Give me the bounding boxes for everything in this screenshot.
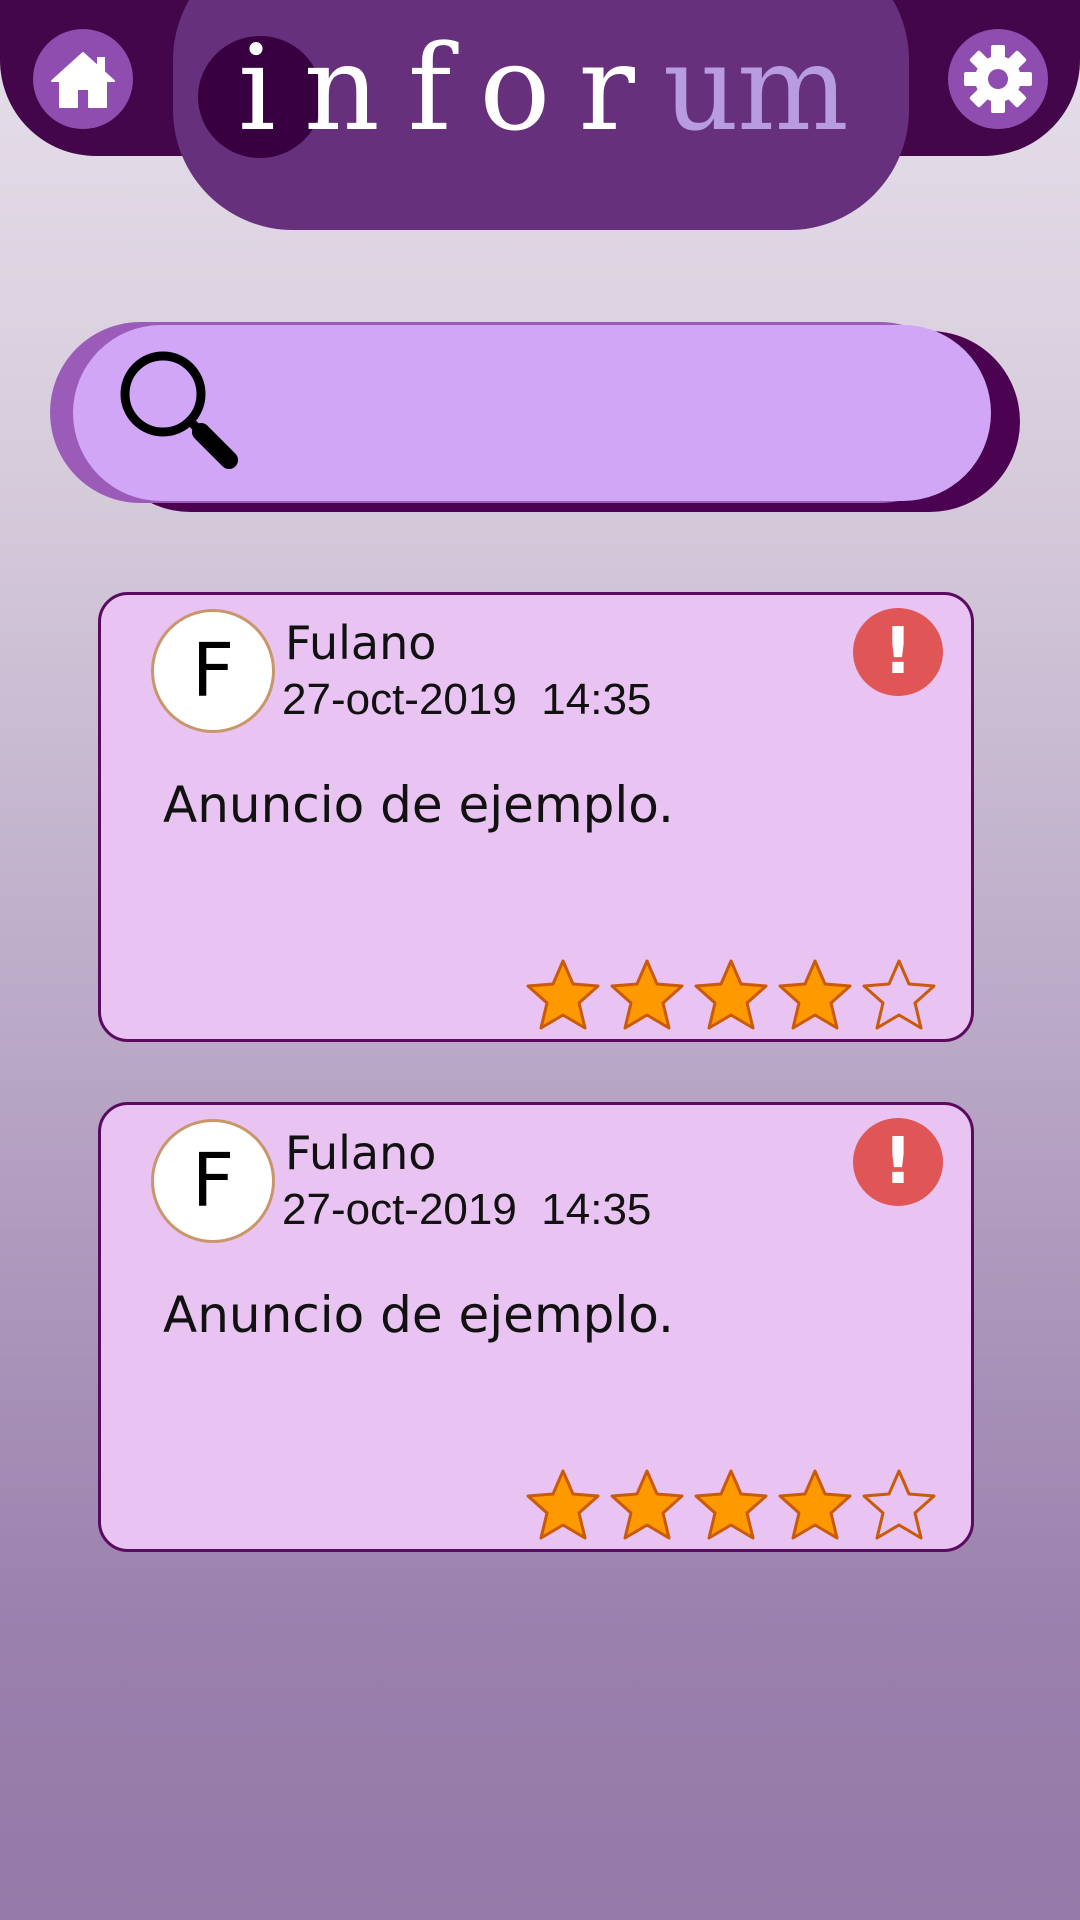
exclamation-icon: ! [883,1125,913,1199]
home-icon [51,52,115,108]
star-filled-icon[interactable] [521,1465,605,1545]
search-input[interactable] [253,365,937,463]
avatar: F [151,1119,275,1243]
star-filled-icon[interactable] [689,1465,773,1545]
post-card: F Fulano 27-oct-2019 14:35 ! Anuncio de … [98,592,974,1042]
search-bar[interactable] [73,325,991,501]
star-filled-icon[interactable] [521,955,605,1035]
logo-prefix: infor [238,19,663,157]
search-icon [120,351,238,469]
app-logo: inforum [238,18,849,158]
settings-button[interactable] [948,29,1048,129]
star-filled-icon[interactable] [605,1465,689,1545]
star-filled-icon[interactable] [773,955,857,1035]
report-button[interactable]: ! [853,608,943,696]
post-timestamp: 27-oct-2019 14:35 [282,1185,652,1234]
post-timestamp: 27-oct-2019 14:35 [282,675,652,724]
home-button[interactable] [33,29,133,129]
gear-icon [964,45,1032,113]
post-card: F Fulano 27-oct-2019 14:35 ! Anuncio de … [98,1102,974,1552]
avatar: F [151,609,275,733]
star-rating[interactable] [521,955,941,1035]
star-empty-icon[interactable] [857,955,941,1035]
star-rating[interactable] [521,1465,941,1545]
star-filled-icon[interactable] [605,955,689,1035]
report-button[interactable]: ! [853,1118,943,1206]
exclamation-icon: ! [883,615,913,689]
logo-suffix: um [662,19,849,157]
post-author: Fulano [285,616,437,670]
post-author: Fulano [285,1126,437,1180]
star-filled-icon[interactable] [773,1465,857,1545]
star-filled-icon[interactable] [689,955,773,1035]
star-empty-icon[interactable] [857,1465,941,1545]
post-text: Anuncio de ejemplo. [163,1286,674,1344]
post-text: Anuncio de ejemplo. [163,776,674,834]
